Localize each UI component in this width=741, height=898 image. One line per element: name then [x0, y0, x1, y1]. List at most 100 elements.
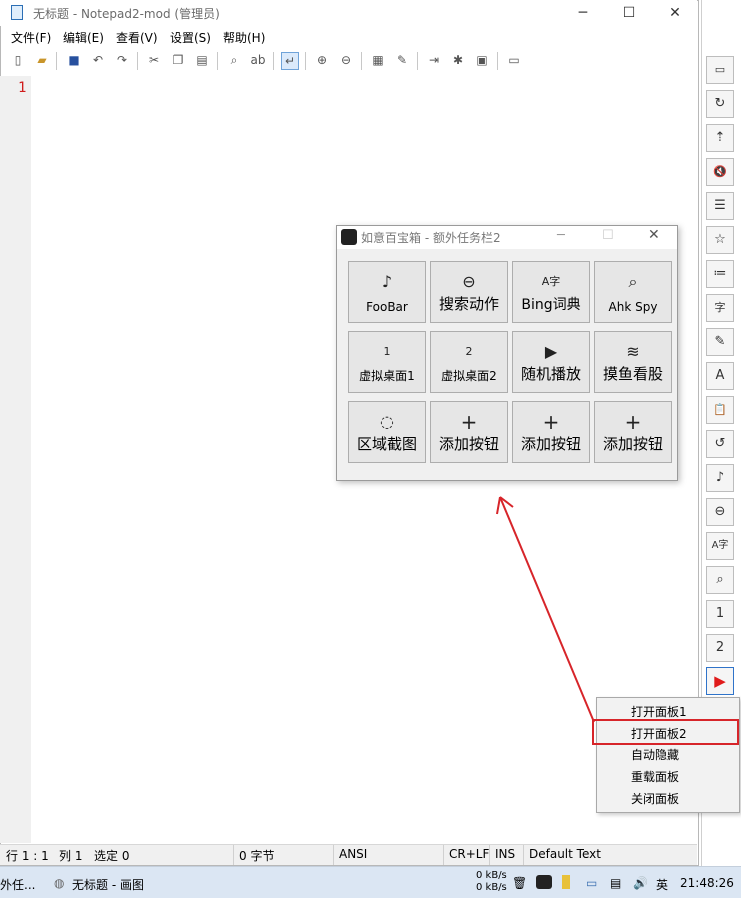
word-wrap-icon[interactable]: ↵ [281, 52, 299, 70]
sidebar-music-icon[interactable]: ♪ [706, 464, 734, 492]
sidebar-search-icon[interactable]: ⌕ [706, 566, 734, 594]
zoom-in-icon[interactable]: ⊕ [314, 52, 330, 68]
status-bar: 行 1 : 1 列 1 选定 0 0 字节 ANSI CR+LF INS Def… [0, 844, 697, 865]
status-selection: 选定 0 [94, 849, 130, 863]
number-2-icon: 2 [465, 345, 473, 358]
exit-icon[interactable]: ⇥ [426, 52, 442, 68]
taskbar-item-paint[interactable]: 无标题 - 画图 [72, 876, 144, 893]
sidebar-clipboard-icon[interactable]: 📋 [706, 396, 734, 424]
music-note-icon: ♪ [381, 272, 393, 291]
panel-button-add-2[interactable]: + 添加按钮 [512, 401, 590, 463]
taskbar-item-extra-taskbar[interactable]: 外任... [0, 876, 35, 893]
menu-item-auto-hide[interactable]: 自动隐藏 [631, 746, 679, 763]
panel-button-ahk-spy[interactable]: ⌕ Ahk Spy [594, 261, 672, 323]
sidebar-screen-icon[interactable]: ▭ [706, 56, 734, 84]
status-insert-mode[interactable]: INS [495, 847, 515, 861]
sidebar-star-icon[interactable]: ☆ [706, 226, 734, 254]
menu-edit[interactable]: 编辑(E) [63, 29, 104, 46]
lasso-icon: ◌ [380, 412, 394, 431]
magnifier-icon: ⌕ [628, 272, 638, 291]
status-eol[interactable]: CR+LF [449, 847, 489, 861]
scheme-icon[interactable]: ▦ [370, 52, 386, 68]
find-icon[interactable]: ⌕ [226, 52, 242, 68]
sidebar-refresh-icon[interactable]: ↻ [706, 90, 734, 118]
net-download-speed: 0 kB/s [476, 882, 507, 893]
menu-item-reload-panel[interactable]: 重载面板 [631, 768, 679, 785]
panel-close-button[interactable]: ✕ [648, 227, 660, 243]
panel-button-search-action[interactable]: ⊖ 搜索动作 [430, 261, 508, 323]
menu-bar: 文件(F) 编辑(E) 查看(V) 设置(S) 帮助(H) [0, 27, 697, 47]
menu-file[interactable]: 文件(F) [11, 29, 51, 46]
sidebar-pencil-icon[interactable]: ✎ [706, 328, 734, 356]
menu-help[interactable]: 帮助(H) [223, 29, 265, 46]
panel-button-add-3[interactable]: + 添加按钮 [594, 401, 672, 463]
sidebar-pointer-icon[interactable]: ⇡ [706, 124, 734, 152]
panel-app-icon [341, 229, 357, 245]
panel-title: 如意百宝箱 - 额外任务栏2 [361, 231, 501, 245]
paste-icon[interactable]: ▤ [194, 52, 210, 68]
status-scheme[interactable]: Default Text [529, 847, 601, 861]
number-1-icon: 1 [383, 345, 391, 358]
sidebar-zoom-out-icon[interactable]: ⊖ [706, 498, 734, 526]
cut-icon[interactable]: ✂ [146, 52, 162, 68]
minimize-button[interactable]: ─ [560, 0, 606, 26]
panel-maximize-button[interactable]: ☐ [602, 228, 614, 243]
console-icon[interactable]: ▭ [506, 52, 522, 68]
sidebar-menu-icon[interactable]: ☰ [706, 192, 734, 220]
redo-icon[interactable]: ↷ [114, 52, 130, 68]
status-encoding[interactable]: ANSI [339, 847, 367, 861]
find-file-icon[interactable]: ▣ [474, 52, 490, 68]
sidebar-desktop-2-icon[interactable]: 2 [706, 634, 734, 662]
replace-icon[interactable]: ab [250, 52, 266, 68]
ruyi-tray-icon[interactable] [536, 875, 552, 889]
save-icon[interactable]: ■ [66, 52, 82, 68]
sidebar-translate-icon[interactable]: A字 [706, 532, 734, 560]
panel-button-add-1[interactable]: + 添加按钮 [430, 401, 508, 463]
window-title: 无标题 - Notepad2-mod (管理员) [33, 7, 220, 21]
copy-icon[interactable]: ❐ [170, 52, 186, 68]
sidebar-reload-icon[interactable]: ↺ [706, 430, 734, 458]
menu-item-close-panel[interactable]: 关闭面板 [631, 790, 679, 807]
maximize-button[interactable]: ☐ [606, 0, 652, 26]
panel-button-virtual-desktop-2[interactable]: 2 虚拟桌面2 [430, 331, 508, 393]
panel-button-foobar[interactable]: ♪ FooBar [348, 261, 426, 323]
line-number-gutter [0, 76, 31, 843]
open-folder-icon[interactable]: ▰ [34, 52, 50, 68]
sidebar-play-icon[interactable]: ▶ [706, 667, 734, 695]
recycle-bin-icon[interactable]: 🗑 [512, 876, 527, 890]
sidebar-mute-icon[interactable]: 🔇 [706, 158, 734, 186]
panel-button-virtual-desktop-1[interactable]: 1 虚拟桌面1 [348, 331, 426, 393]
toolbar: ▯ ▰ ■ ↶ ↷ ✂ ❐ ▤ ⌕ ab ↵ ⊕ ⊖ ▦ ✎ ⇥ ✱ ▣ ▭ [0, 48, 697, 74]
menu-settings[interactable]: 设置(S) [170, 29, 211, 46]
menu-item-open-panel-1[interactable]: 打开面板1 [631, 703, 687, 720]
panel-button-area-screenshot[interactable]: ◌ 区域截图 [348, 401, 426, 463]
taskbar: 外任... ◍ 无标题 - 画图 0 kB/s 0 kB/s 🗑 ▭ ▤ 🔊 英… [0, 866, 741, 898]
sidebar-spellcheck-icon[interactable]: 字 [706, 294, 734, 322]
sidebar-circle-a-icon[interactable]: A [706, 362, 734, 390]
zoom-out-icon[interactable]: ⊖ [338, 52, 354, 68]
panel-button-stock-watch[interactable]: ≋ 摸鱼看股 [594, 331, 672, 393]
tray-monitor-icon[interactable]: ▭ [586, 876, 597, 890]
panel-button-random-play[interactable]: ▶ 随机播放 [512, 331, 590, 393]
net-upload-speed: 0 kB/s [476, 870, 507, 881]
sidebar-desktop-1-icon[interactable]: 1 [706, 600, 734, 628]
stock-lines-icon: ≋ [626, 342, 640, 361]
volume-icon[interactable]: 🔊 [633, 876, 648, 890]
tray-clipboard-icon[interactable]: ▤ [610, 876, 621, 890]
clock[interactable]: 21:48:26 [680, 876, 734, 890]
close-button[interactable]: ✕ [652, 0, 698, 26]
undo-icon[interactable]: ↶ [90, 52, 106, 68]
ime-indicator[interactable]: 英 [656, 876, 668, 893]
panel-minimize-button[interactable]: ─ [557, 228, 565, 243]
customize-scheme-icon[interactable]: ✎ [394, 52, 410, 68]
tray-folder-icon[interactable] [562, 875, 570, 889]
plus-icon: + [460, 410, 478, 434]
sidebar-checklist-icon[interactable]: ≔ [706, 260, 734, 288]
notepad-title-bar[interactable]: 无标题 - Notepad2-mod (管理员) ─ ☐ ✕ [0, 0, 697, 26]
notepad-app-icon [11, 5, 23, 20]
panel-button-bing-dictionary[interactable]: A字 Bing词典 [512, 261, 590, 323]
menu-view[interactable]: 查看(V) [116, 29, 158, 46]
save-settings-icon[interactable]: ✱ [450, 52, 466, 68]
zoom-out-icon: ⊖ [462, 272, 476, 291]
new-file-icon[interactable]: ▯ [10, 52, 26, 68]
